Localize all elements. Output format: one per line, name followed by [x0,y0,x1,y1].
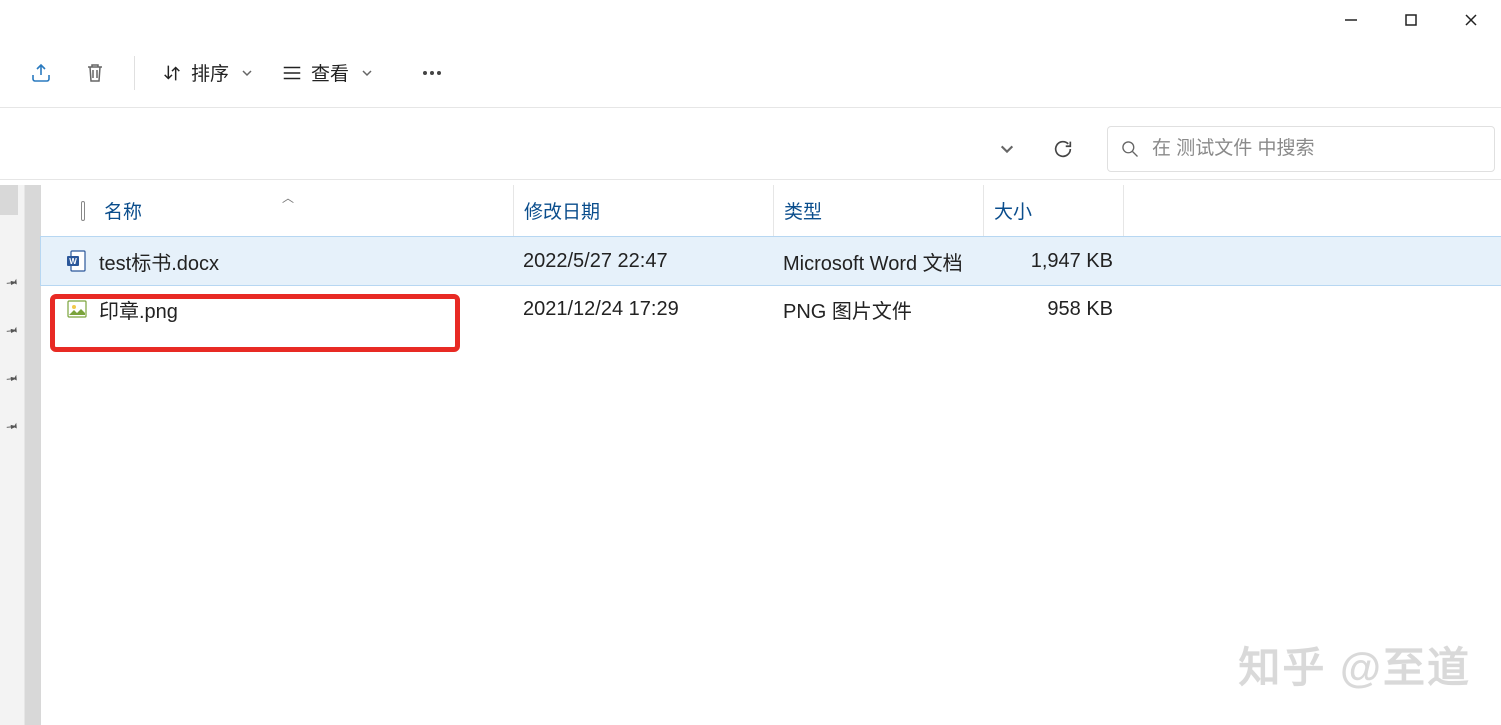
search-icon [1120,139,1140,159]
pinned-item[interactable] [5,275,19,289]
maximize-button[interactable] [1381,0,1441,40]
file-date: 2021/12/24 17:29 [513,298,773,321]
file-name: 印章.png [93,295,513,324]
nav-pane-sliver [0,185,25,725]
file-icon-cell [41,297,93,321]
delete-button[interactable] [72,50,118,96]
word-document-icon: W [67,249,87,273]
pinned-item[interactable] [5,371,19,385]
addressbar-row [0,118,1501,180]
pinned-item[interactable] [5,323,19,337]
watermark-text: 知乎 @至道 [1238,634,1471,695]
file-date: 2022/5/27 22:47 [513,250,773,273]
svg-text:W: W [69,257,77,266]
png-image-icon [67,297,87,321]
file-size: 1,947 KB [983,250,1123,273]
file-row[interactable]: Wtest标书.docx2022/5/27 22:47Microsoft Wor… [41,237,1501,285]
nav-scroll-indicator [25,185,41,725]
minimize-icon [1344,13,1358,27]
sort-ascending-icon: ︿ [282,189,294,206]
refresh-icon [1052,138,1074,160]
history-dropdown-button[interactable] [985,127,1029,171]
column-header-date[interactable]: 修改日期 [513,185,773,236]
minimize-button[interactable] [1321,0,1381,40]
file-type: Microsoft Word 文档 [773,247,983,276]
file-name: test标书.docx [93,247,513,276]
file-size: 958 KB [983,298,1123,321]
chevron-down-icon [361,67,373,79]
share-icon [29,61,53,85]
column-header-name[interactable]: 名称 ︿ [93,185,513,236]
column-header-extra [1123,185,1501,236]
trash-icon [83,61,107,85]
refresh-button[interactable] [1041,127,1085,171]
chevron-down-icon [999,141,1015,157]
more-button[interactable] [409,50,455,96]
ellipsis-icon [420,61,444,85]
close-button[interactable] [1441,0,1501,40]
sort-dropdown[interactable]: 排序 [151,50,263,96]
file-rows: Wtest标书.docx2022/5/27 22:47Microsoft Wor… [41,237,1501,333]
column-header-size[interactable]: 大小 [983,185,1123,236]
share-button[interactable] [18,50,64,96]
search-input[interactable] [1152,138,1482,160]
close-icon [1464,13,1478,27]
column-header-type[interactable]: 类型 [773,185,983,236]
maximize-icon [1404,13,1418,27]
sort-icon [161,62,183,84]
window-controls [1321,0,1501,40]
toolbar-separator [134,56,135,90]
chevron-down-icon [241,67,253,79]
view-label: 查看 [311,59,349,86]
sort-label: 排序 [191,59,229,86]
view-dropdown[interactable]: 查看 [271,50,383,96]
search-box[interactable] [1107,126,1495,172]
file-icon-cell: W [41,249,93,273]
column-headers: 名称 ︿ 修改日期 类型 大小 [41,185,1501,237]
view-list-icon [281,62,303,84]
toolbar: 排序 查看 [0,38,1501,108]
nav-sliver-top [0,185,18,215]
pinned-item[interactable] [5,419,19,433]
file-row[interactable]: 印章.png2021/12/24 17:29PNG 图片文件958 KB [41,285,1501,333]
file-type: PNG 图片文件 [773,295,983,324]
select-all-checkbox[interactable] [41,201,93,221]
